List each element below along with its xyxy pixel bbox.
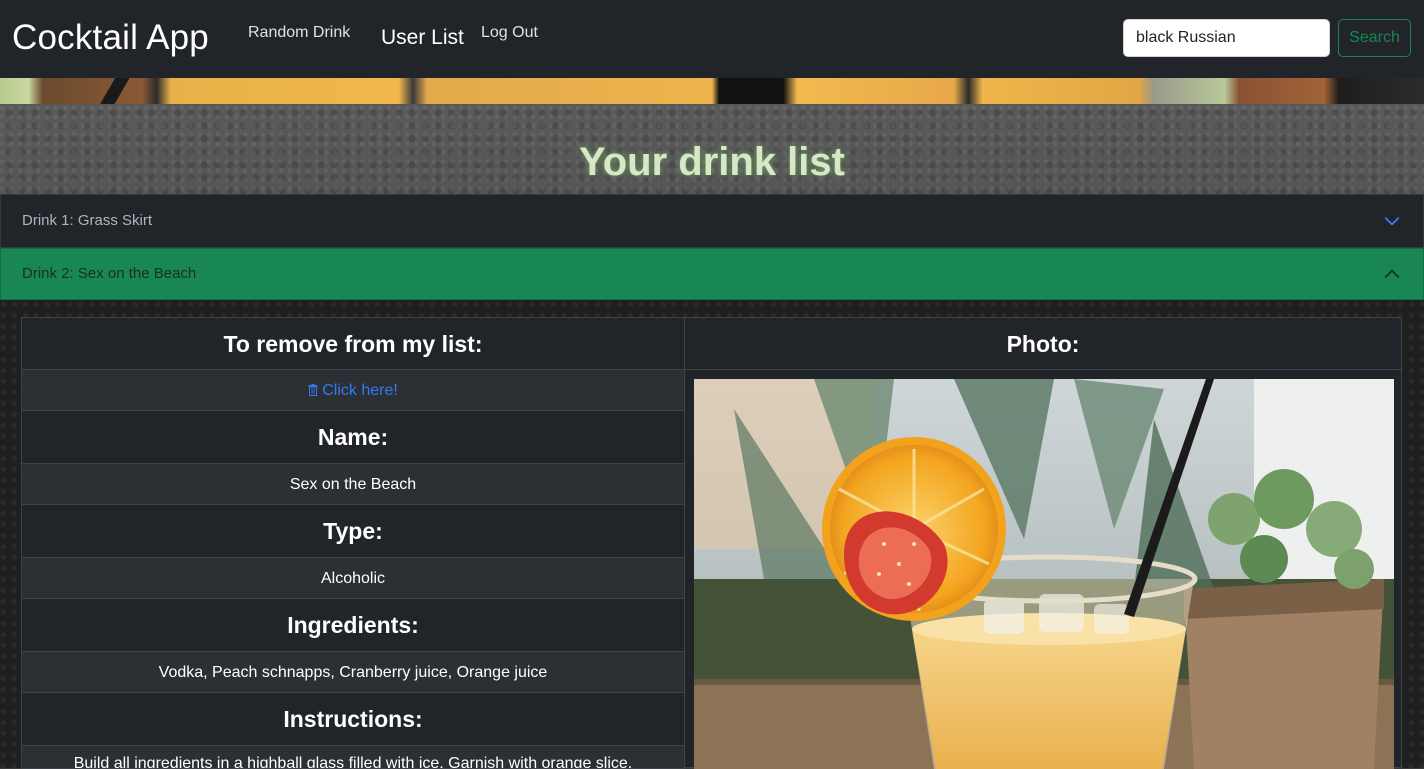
navbar: Cocktail App Random Drink User List Log … [0,0,1424,78]
accordion-item-label: Drink 1: Grass Skirt [22,212,153,229]
instructions-value: Build all ingredients in a highball glas… [22,746,684,769]
page-title: Your drink list [579,140,845,184]
trash-icon [308,384,318,396]
photo-heading: Photo: [685,318,1401,370]
details-column: To remove from my list: Click here! Name… [22,318,685,769]
ingredients-heading: Ingredients: [22,599,684,652]
remove-row: Click here! [22,370,684,411]
accordion-item-drink-1[interactable]: Drink 1: Grass Skirt [0,194,1424,248]
nav-user-list[interactable]: User List [381,26,464,50]
name-heading: Name: [22,411,684,464]
search-input[interactable] [1123,19,1330,57]
chevron-up-icon [1384,269,1400,279]
nav-log-out[interactable]: Log Out [481,24,538,42]
ingredients-value: Vodka, Peach schnapps, Cranberry juice, … [22,652,684,693]
accordion-item-label: Drink 2: Sex on the Beach [22,265,197,282]
name-value: Sex on the Beach [22,464,684,505]
type-value: Alcoholic [22,558,684,599]
drink-photo-illustration [694,379,1394,769]
type-heading: Type: [22,505,684,558]
remove-link-label: Click here! [322,382,398,399]
chevron-down-icon [1384,216,1400,226]
remove-heading: To remove from my list: [22,318,684,370]
tile-banner-image [0,78,1424,105]
photo-column: Photo: [685,318,1401,769]
instructions-heading: Instructions: [22,693,684,746]
drink-details-table: To remove from my list: Click here! Name… [21,317,1402,769]
drink-photo [694,379,1394,769]
remove-from-list-link[interactable]: Click here! [308,382,398,399]
brand-logo[interactable]: Cocktail App [12,18,209,58]
accordion-item-drink-2[interactable]: Drink 2: Sex on the Beach [0,248,1424,300]
nav-random-drink[interactable]: Random Drink [248,24,350,42]
search-button[interactable]: Search [1338,19,1411,57]
